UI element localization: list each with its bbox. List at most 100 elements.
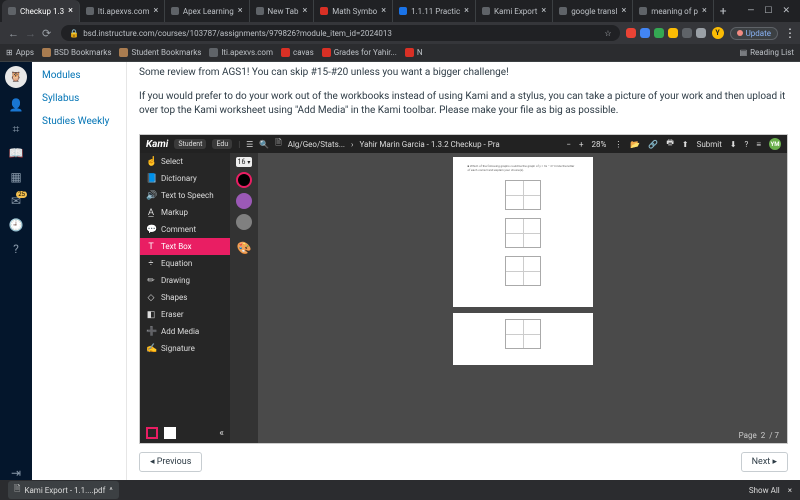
zoom-level: 28% [592, 140, 607, 149]
folder-icon[interactable]: 🗎 [275, 137, 281, 151]
upload-icon[interactable]: ⬆ [682, 140, 689, 149]
maximize-icon[interactable]: ☐ [764, 6, 772, 16]
star-icon[interactable]: ☆ [604, 29, 611, 38]
menu-icon[interactable]: ≡ [756, 140, 761, 149]
tool-addmedia[interactable]: ➕Add Media [140, 323, 230, 340]
mode-outline-icon[interactable] [146, 427, 158, 439]
nav-studies-weekly[interactable]: Studies Weekly [42, 116, 116, 127]
ext-icon[interactable] [640, 28, 650, 38]
close-shelf-icon[interactable]: × [788, 486, 792, 495]
url-input[interactable]: 🔒 bsd.instructure.com/courses/103787/ass… [61, 25, 619, 41]
zoom-out-icon[interactable]: − [566, 140, 571, 149]
collapse-panel-icon[interactable]: « [219, 428, 224, 439]
close-icon[interactable]: × [68, 6, 73, 16]
close-icon[interactable]: × [464, 6, 469, 16]
nav-modules[interactable]: Modules [42, 70, 116, 81]
tab-meaning[interactable]: meaning of p× [633, 0, 714, 22]
download-item[interactable]: 🗎 Kami Export - 1.1....pdf ^ [8, 481, 119, 499]
ext-icon[interactable] [668, 28, 678, 38]
ext-icon[interactable] [696, 28, 706, 38]
apps-button[interactable]: ⊞Apps [6, 48, 34, 57]
calendar-icon[interactable]: ▦ [9, 170, 23, 184]
bookmark-folder[interactable]: Student Bookmarks [119, 48, 201, 57]
download-icon[interactable]: ⬇ [730, 140, 737, 149]
tab-math[interactable]: Math Symbo× [314, 0, 393, 22]
minimize-icon[interactable]: — [747, 6, 754, 16]
forward-icon[interactable]: → [25, 27, 36, 40]
help-icon[interactable]: ? [9, 242, 23, 256]
tool-tts[interactable]: 🔊Text to Speech [140, 187, 230, 204]
next-button[interactable]: Next ▸ [741, 452, 788, 472]
close-icon[interactable]: × [153, 6, 158, 16]
submit-button[interactable]: Submit [697, 140, 722, 149]
help-icon[interactable]: ? [745, 140, 749, 149]
bookmark-item[interactable]: Grades for Yahir... [322, 48, 397, 57]
mode-fill-icon[interactable] [164, 427, 176, 439]
ext-icon[interactable] [626, 28, 636, 38]
zoom-in-icon[interactable]: + [579, 140, 584, 149]
tool-textbox[interactable]: TText Box [140, 238, 230, 255]
document-viewport[interactable]: ■ Which of the following graphs could be… [258, 153, 787, 443]
tool-select[interactable]: ☝Select [140, 153, 230, 170]
back-icon[interactable]: ← [8, 27, 19, 40]
bookmark-item[interactable]: cavas [281, 48, 314, 57]
more-icon[interactable]: ⋮ [614, 140, 622, 149]
show-all-button[interactable]: Show All [749, 486, 780, 495]
tool-signature[interactable]: ✍Signature [140, 340, 230, 357]
share-icon[interactable]: 🔗 [648, 140, 658, 149]
reading-list-button[interactable]: ▤Reading List [740, 48, 794, 57]
ext-icon[interactable] [682, 28, 692, 38]
ext-icon[interactable] [654, 28, 664, 38]
bookmark-item[interactable]: N [405, 48, 423, 57]
bookmark-item[interactable]: lti.apexvs.com [209, 48, 273, 57]
dashboard-icon[interactable]: ⌗ [9, 122, 23, 136]
update-button[interactable]: Update [730, 27, 778, 40]
tab-checkup[interactable]: Checkup 1.3× [2, 0, 80, 22]
tool-dictionary[interactable]: 📘Dictionary [140, 170, 230, 187]
tab-newtab[interactable]: New Tab× [250, 0, 315, 22]
previous-button[interactable]: ◂ Previous [139, 452, 202, 472]
profile-avatar[interactable]: Y [712, 27, 724, 39]
tool-shapes[interactable]: ◇Shapes [140, 289, 230, 306]
chevron-up-icon[interactable]: ^ [109, 486, 112, 495]
open-icon[interactable]: 📂 [630, 140, 640, 149]
print-icon[interactable]: 🖶 [666, 137, 674, 151]
inbox-icon[interactable]: ✉25 [9, 194, 23, 208]
history-icon[interactable]: 🕘 [9, 218, 23, 232]
kami-avatar[interactable]: YM [769, 138, 781, 150]
menu-icon[interactable]: ☰ [246, 140, 253, 149]
canvas-logo[interactable]: 🦉 [5, 66, 27, 88]
color-swatch-purple[interactable] [236, 193, 252, 209]
account-icon[interactable]: 👤 [9, 98, 23, 112]
tab-practice[interactable]: 1.1.11 Practic× [393, 0, 476, 22]
tool-markup[interactable]: A̲Markup [140, 204, 230, 221]
new-tab-button[interactable]: + [714, 4, 733, 18]
close-icon[interactable]: × [621, 6, 626, 16]
tab-apexvs[interactable]: lti.apexvs.com× [80, 0, 165, 22]
tool-equation[interactable]: ÷Equation [140, 255, 230, 272]
font-size-input[interactable]: 16▾ [236, 157, 253, 167]
bookmark-folder[interactable]: BSD Bookmarks [42, 48, 111, 57]
palette-icon[interactable]: 🎨 [237, 241, 252, 255]
close-icon[interactable]: × [702, 6, 707, 16]
reload-icon[interactable]: ⟳ [42, 27, 51, 40]
tool-comment[interactable]: 💬Comment [140, 221, 230, 238]
collapse-nav-icon[interactable]: ⇥ [9, 466, 23, 480]
tab-kami-export[interactable]: Kami Export× [476, 0, 553, 22]
search-icon[interactable]: 🔍 [259, 140, 269, 149]
breadcrumb[interactable]: Alg/Geo/Stats... [288, 140, 345, 149]
close-window-icon[interactable]: ✕ [782, 6, 790, 16]
tab-translate[interactable]: google transl× [553, 0, 633, 22]
close-icon[interactable]: × [541, 6, 546, 16]
tab-apex-learning[interactable]: Apex Learning× [165, 0, 250, 22]
close-icon[interactable]: × [238, 6, 243, 16]
tool-eraser[interactable]: ◧Eraser [140, 306, 230, 323]
menu-icon[interactable]: ⋮ [784, 26, 796, 40]
color-swatch-grey[interactable] [236, 214, 252, 230]
nav-syllabus[interactable]: Syllabus [42, 93, 116, 104]
close-icon[interactable]: × [381, 6, 386, 16]
close-icon[interactable]: × [302, 6, 307, 16]
color-swatch-black[interactable] [236, 172, 252, 188]
tool-drawing[interactable]: ✏Drawing [140, 272, 230, 289]
courses-icon[interactable]: 📖 [9, 146, 23, 160]
